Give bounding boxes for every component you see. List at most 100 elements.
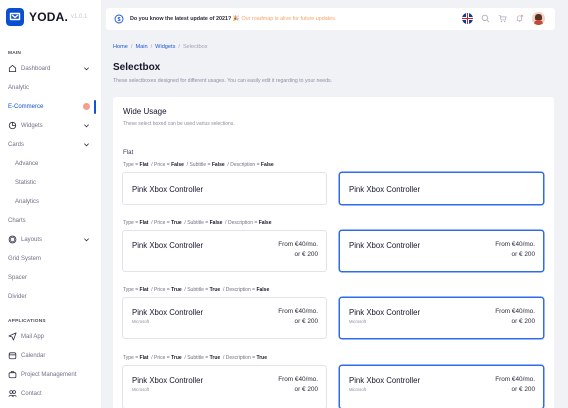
search-icon[interactable]: [481, 14, 490, 23]
price-monthly: From €40/mo.: [278, 376, 318, 383]
roadmap-link[interactable]: Our roadmap is alive for future updates.: [241, 16, 336, 22]
chevron-down-icon: [84, 143, 89, 147]
product-name: Pink Xbox Controller: [349, 376, 421, 385]
page-description: These selectboxes designed for different…: [113, 78, 333, 84]
chevron-down-icon: [84, 238, 89, 242]
topbar: $ Do you know the latest update of 2021?…: [106, 8, 555, 30]
selectbox-option-selected[interactable]: Pink Xbox Controller Microsoft From €40/…: [339, 365, 544, 408]
breadcrumb-separator: /: [150, 44, 153, 50]
group-title-flat: Flat: [123, 149, 134, 156]
sidebar-item-analytics[interactable]: Analytics: [0, 192, 101, 211]
selectbox-option[interactable]: Pink Xbox Controller Microsoft From €40/…: [122, 297, 327, 339]
send-icon: [8, 332, 17, 341]
product-name: Pink Xbox Controller: [349, 241, 421, 250]
sidebar-item-label: Calendar: [21, 352, 46, 359]
selectbox-option[interactable]: Pink Xbox Controller From €40/mo. or € 2…: [122, 230, 327, 272]
product-brand: Microsoft: [132, 319, 149, 324]
product-name: Pink Xbox Controller: [349, 185, 421, 194]
sidebar-item-label: Analytics: [15, 198, 40, 205]
breadcrumb-home[interactable]: Home: [113, 44, 128, 50]
breadcrumb-widgets[interactable]: Widgets: [155, 44, 175, 50]
breadcrumb-main[interactable]: Main: [135, 44, 147, 50]
sidebar-item-label: Divider: [8, 293, 27, 300]
svg-text:$: $: [117, 17, 120, 23]
sidebar-item-label: E-Commerce: [8, 103, 44, 110]
price-monthly: From €40/mo.: [495, 376, 535, 383]
row-config-label: Type = Flat / Price = True / Subtitle = …: [123, 355, 268, 361]
sidebar: YODA. v1.0.1 MAIN Dashboard Analytic E-C…: [0, 0, 101, 408]
sidebar-item-calendar[interactable]: Calendar: [0, 346, 101, 365]
sidebar-item-ecommerce[interactable]: E-Commerce: [0, 97, 101, 116]
product-brand: Microsoft: [132, 387, 149, 392]
logo[interactable]: YODA. v1.0.1: [6, 8, 87, 26]
sidebar-item-divider[interactable]: Divider: [0, 287, 101, 306]
sidebar-item-label: Analytic: [8, 84, 30, 91]
selectbox-option-selected[interactable]: Pink Xbox Controller: [339, 172, 544, 205]
product-price: From €40/mo. or € 200: [278, 375, 318, 395]
avatar[interactable]: [532, 12, 545, 25]
card-subtitle: These select boxed can be used varius se…: [123, 121, 235, 127]
price-monthly: From €40/mo.: [278, 241, 318, 248]
breadcrumb-current: Selectbox: [182, 44, 208, 50]
breadcrumb: Home / Main / Widgets / Selectbox: [113, 44, 208, 50]
product-brand: Microsoft: [349, 319, 366, 324]
card-title: Wide Usage: [123, 107, 167, 116]
logo-mark-icon: [6, 8, 24, 26]
sidebar-item-spacer[interactable]: Spacer: [0, 268, 101, 287]
users-icon: [8, 389, 17, 398]
sidebar-item-grid-system[interactable]: Grid System: [0, 249, 101, 268]
sidebar-item-label: Dashboard: [21, 65, 51, 72]
row-config-label: Type = Flat / Price = True / Subtitle = …: [123, 220, 272, 226]
sidebar-item-contact[interactable]: Contact: [0, 384, 101, 403]
logo-text: YODA.: [29, 10, 69, 24]
price-full: or € 200: [511, 318, 535, 325]
sidebar-item-statistic[interactable]: Statistic: [0, 173, 101, 192]
sidebar-item-mail-app[interactable]: Mail App: [0, 327, 101, 346]
sidebar-item-layouts[interactable]: Layouts: [0, 230, 101, 249]
sidebar-item-widgets[interactable]: Widgets: [0, 116, 101, 135]
sidebar-item-analytic[interactable]: Analytic: [0, 78, 101, 97]
product-name: Pink Xbox Controller: [132, 241, 204, 250]
price-full: or € 200: [294, 318, 318, 325]
sidebar-item-label: Contact: [21, 390, 42, 397]
sidebar-item-label: Charts: [8, 217, 26, 224]
cart-icon[interactable]: [498, 14, 507, 23]
sidebar-item-advance[interactable]: Advance: [0, 154, 101, 173]
sidebar-item-charts[interactable]: Charts: [0, 211, 101, 230]
chevron-down-icon: [84, 124, 89, 128]
row-config-label: Type = Flat / Price = False / Subtitle =…: [123, 162, 274, 168]
price-full: or € 200: [294, 251, 318, 258]
selectbox-option-selected[interactable]: Pink Xbox Controller From €40/mo. or € 2…: [339, 230, 544, 272]
breadcrumb-separator: /: [178, 44, 180, 50]
calendar-icon: [8, 351, 17, 360]
sidebar-item-dashboard[interactable]: Dashboard: [0, 59, 101, 78]
selectbox-option-selected[interactable]: Pink Xbox Controller Microsoft From €40/…: [339, 297, 544, 339]
notification-bell-icon[interactable]: [515, 14, 524, 23]
nav-section-main: MAIN: [8, 51, 22, 56]
selectbox-option[interactable]: Pink Xbox Controller Microsoft From €40/…: [122, 365, 327, 408]
price-monthly: From €40/mo.: [495, 308, 535, 315]
product-brand: Microsoft: [349, 387, 366, 392]
product-price: From €40/mo. or € 200: [495, 307, 535, 327]
sidebar-item-label: Cards: [8, 141, 25, 148]
page-title: Selectbox: [113, 62, 161, 73]
nav-section-applications: APPLICATIONS: [8, 319, 46, 324]
sidebar-item-label: Widgets: [21, 122, 43, 129]
product-name: Pink Xbox Controller: [349, 308, 421, 317]
product-price: From €40/mo. or € 200: [495, 240, 535, 260]
price-monthly: From €40/mo.: [495, 241, 535, 248]
layouts-icon: [8, 235, 17, 244]
sidebar-item-cards[interactable]: Cards: [0, 135, 101, 154]
breadcrumb-separator: /: [130, 44, 133, 50]
update-message: Do you know the latest update of 2021? 🎉: [130, 16, 240, 22]
sidebar-item-label: Project Management: [21, 371, 77, 378]
selectbox-option[interactable]: Pink Xbox Controller: [122, 172, 327, 205]
notification-badge: [83, 103, 90, 110]
product-name: Pink Xbox Controller: [132, 185, 204, 194]
uk-flag-icon[interactable]: [462, 13, 473, 24]
topbar-actions: [462, 12, 545, 25]
sidebar-item-project-management[interactable]: Project Management: [0, 365, 101, 384]
price-monthly: From €40/mo.: [278, 308, 318, 315]
price-full: or € 200: [511, 386, 535, 393]
